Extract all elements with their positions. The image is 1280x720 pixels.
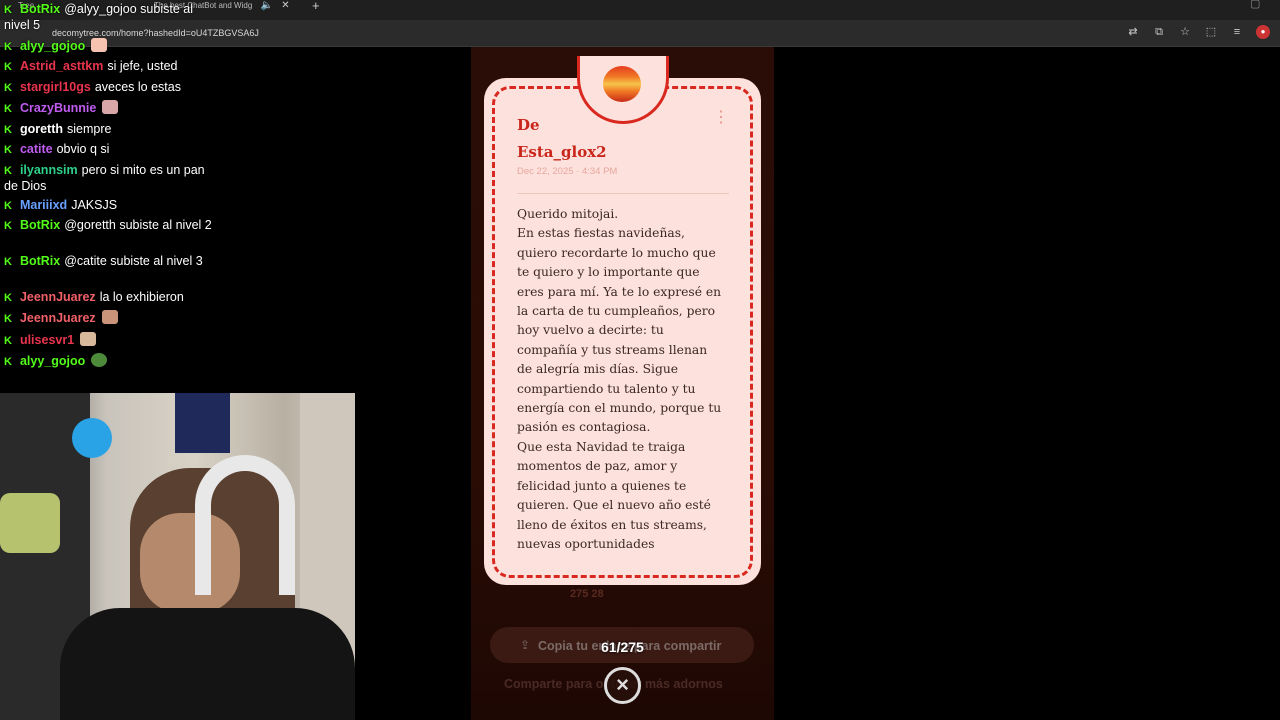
kick-badge-icon: K xyxy=(4,356,12,368)
chat-message: K Astrid_asttkm si jefe, usted xyxy=(4,59,212,75)
install-icon[interactable]: ⧉ xyxy=(1152,25,1166,39)
divider xyxy=(517,193,729,194)
speaker-icon[interactable]: 🔈 xyxy=(261,0,273,11)
more-options-icon[interactable]: ⋮ xyxy=(713,110,729,126)
kick-badge-icon: K xyxy=(4,313,12,325)
playlist-icon[interactable]: ≡ xyxy=(1230,25,1244,39)
chat-message: K BotRix @catite subiste al nivel 3 xyxy=(4,254,212,270)
chat-message: K BotRix @alyy_gojoo subiste al nivel 5 xyxy=(4,2,212,33)
kick-badge-icon: K xyxy=(4,41,12,53)
new-tab-button[interactable]: + xyxy=(312,0,320,13)
chat-message: Kstargirl10gs aveces lo estas xyxy=(4,80,212,96)
ornament-icon xyxy=(603,66,641,102)
chat-text: la lo exhibieron xyxy=(99,290,184,304)
chat-username: BotRix xyxy=(19,254,61,268)
share-icon: ⇪ xyxy=(520,638,531,652)
close-button[interactable]: × xyxy=(604,667,641,704)
chat-text: JAKSJS xyxy=(71,198,118,212)
chat-text: si jefe, usted xyxy=(107,59,178,73)
sender-name: Esta_glox2 xyxy=(517,143,607,161)
chat-message: K Mariiixd JAKSJS xyxy=(4,198,212,214)
close-icon[interactable]: ✕ xyxy=(281,0,289,11)
profile-avatar[interactable]: ● xyxy=(1256,25,1270,39)
chat-username: catite xyxy=(19,142,53,156)
chat-message: Kalyy_gojoo xyxy=(4,38,212,55)
emote-face-tan-icon xyxy=(101,310,118,324)
kick-badge-icon: K xyxy=(4,124,12,136)
kick-badge-icon: K xyxy=(4,165,12,177)
chat-message: Kulisesvr1 xyxy=(4,332,212,349)
chat-message: Kgoretth siempre xyxy=(4,122,212,138)
chat-text: @catite subiste al nivel 3 xyxy=(64,254,203,268)
emote-face-pink-icon xyxy=(91,38,108,52)
webcam-pillow xyxy=(0,493,60,553)
chat-text: @goretth subiste al nivel 2 xyxy=(64,218,212,232)
chat-username: stargirl10gs xyxy=(19,80,91,94)
chat-text: obvio q si xyxy=(56,142,110,156)
chat-username: ilyannsim xyxy=(19,163,78,177)
extensions-icon[interactable]: ⬚ xyxy=(1204,25,1218,39)
chat-username: alyy_gojoo xyxy=(19,39,86,53)
chat-username: goretth xyxy=(19,122,64,136)
kick-badge-icon: K xyxy=(4,256,12,268)
webcam-headphones xyxy=(195,455,295,595)
emote-face-glasses-icon xyxy=(80,332,97,346)
chat-message: K JeennJuarez xyxy=(4,310,212,327)
emote-pink-cat-icon xyxy=(102,100,119,114)
chat-username: Mariiixd xyxy=(19,198,68,212)
ornament-counter: 61/275 xyxy=(601,639,644,655)
kick-badge-icon: K xyxy=(4,200,12,212)
kick-badge-icon: K xyxy=(4,103,12,115)
chat-username: CrazyBunnie xyxy=(19,101,97,115)
kick-badge-icon: K xyxy=(4,4,12,16)
kick-badge-icon: K xyxy=(4,335,12,347)
chat-username: Astrid_asttkm xyxy=(19,59,104,73)
chat-text: aveces lo estas xyxy=(94,80,181,94)
chat-message: Kcatite obvio q si xyxy=(4,142,212,158)
letter-body: Querido mitojai. En estas fiestas navide… xyxy=(517,207,722,551)
webcam-feed xyxy=(0,393,355,720)
chat-username: JeennJuarez xyxy=(19,311,96,325)
chat-text: siempre xyxy=(67,122,112,136)
bookmark-star-icon[interactable]: ☆ xyxy=(1178,25,1192,39)
kick-badge-icon: K xyxy=(4,292,12,304)
kick-badge-icon: K xyxy=(4,144,12,156)
chat-username: BotRix xyxy=(19,2,61,16)
chat-message: Kalyy_gojoo xyxy=(4,353,212,370)
maximize-icon[interactable]: ▢ xyxy=(1250,0,1260,10)
letter-date: Dec 22, 2025 · 4:34 PM xyxy=(517,166,618,177)
stats-counts: 275 28 xyxy=(570,588,604,600)
chat-username: BotRix xyxy=(19,218,61,232)
webcam-jacket xyxy=(175,393,230,453)
from-label: De xyxy=(517,116,540,134)
emote-pepe-icon xyxy=(91,353,108,367)
chat-message: Kilyannsim pero si mito es un pan de Dios xyxy=(4,163,212,194)
chat-username: ulisesvr1 xyxy=(19,333,75,347)
translate-icon[interactable]: ⇄ xyxy=(1126,25,1140,39)
webcam-blue-toy xyxy=(72,418,112,458)
toolbar-icons: ⇄ ⧉ ☆ ⬚ ≡ ● xyxy=(1126,25,1270,39)
chat-message: K CrazyBunnie xyxy=(4,100,212,117)
chat-message: K JeennJuarez la lo exhibieron xyxy=(4,290,212,306)
chat-username: alyy_gojoo xyxy=(19,354,86,368)
kick-badge-icon: K xyxy=(4,220,12,232)
kick-badge-icon: K xyxy=(4,61,12,73)
kick-badge-icon: K xyxy=(4,82,12,94)
chat-message: K BotRix @goretth subiste al nivel 2 xyxy=(4,218,212,234)
chat-username: JeennJuarez xyxy=(19,290,96,304)
webcam-person-sweater xyxy=(60,608,355,720)
